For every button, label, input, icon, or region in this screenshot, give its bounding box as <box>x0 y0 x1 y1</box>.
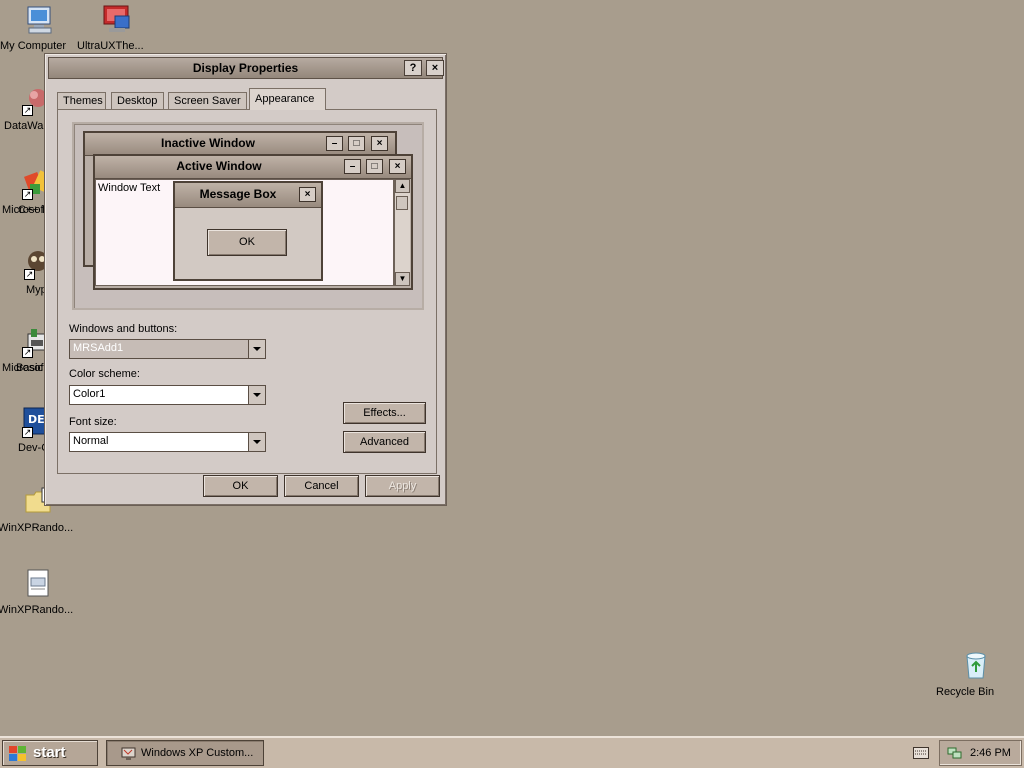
preview-ok-button: OK <box>207 229 287 256</box>
chevron-down-icon[interactable] <box>248 386 265 404</box>
scroll-up-icon: ▲ <box>395 179 410 193</box>
system-tray: 2:46 PM <box>939 740 1022 766</box>
close-icon: × <box>389 159 406 174</box>
taskbar-item-label: Windows XP Custom... <box>141 747 254 759</box>
ultraux-theme-icon <box>101 4 133 36</box>
display-properties-icon <box>121 746 137 765</box>
desktop-icon-label: WinXPRando... <box>0 604 74 616</box>
apply-button[interactable]: Apply <box>365 475 440 497</box>
shortcut-arrow-icon: ↗ <box>22 427 33 438</box>
desktop-icon-label: Recycle Bin <box>936 686 995 698</box>
tab-desktop[interactable]: Desktop <box>111 92 164 110</box>
active-window-title: Active Window – □ × <box>95 156 411 179</box>
font-size-label: Font size: <box>69 416 117 428</box>
keyboard-icon[interactable] <box>913 747 929 762</box>
scroll-thumb <box>396 196 408 210</box>
effects-button[interactable]: Effects... <box>343 402 426 424</box>
color-scheme-value: Color1 <box>73 388 106 400</box>
tab-themes[interactable]: Themes <box>57 92 106 110</box>
clock[interactable]: 2:46 PM <box>970 747 1011 759</box>
shortcut-arrow-icon: ↗ <box>22 105 33 116</box>
preview-message-box: Message Box × OK <box>173 181 323 281</box>
desktop-icon-datawa[interactable]: ↗ DataWa <box>4 84 47 132</box>
desktop-icon-label: UltraUXThe... <box>77 40 144 52</box>
active-window-title-text: Active Window <box>176 159 262 173</box>
dialog-titlebar[interactable]: Display Properties ? × <box>48 57 444 79</box>
svg-text:DE: DE <box>28 413 45 426</box>
shortcut-arrow-icon: ↗ <box>22 189 33 200</box>
windows-buttons-value: MRSAdd1 <box>73 342 124 354</box>
desktop-icon-label: DataWa <box>4 120 44 132</box>
inactive-window-title: Inactive Window – □ × <box>85 133 395 156</box>
display-properties-dialog: Display Properties ? × Themes Desktop Sc… <box>44 53 447 506</box>
taskbar: start Windows XP Custom... 2:46 PM <box>0 736 1024 768</box>
chevron-down-icon[interactable] <box>248 340 265 358</box>
windows-logo-icon <box>9 746 27 765</box>
close-icon: × <box>299 187 316 202</box>
inactive-window-title-text: Inactive Window <box>161 136 255 150</box>
advanced-button[interactable]: Advanced <box>343 431 426 453</box>
tab-screen-saver[interactable]: Screen Saver <box>168 92 247 110</box>
cancel-button[interactable]: Cancel <box>284 475 359 497</box>
tab-appearance[interactable]: Appearance <box>249 88 326 110</box>
desktop-icon-label: Basic <box>16 362 43 374</box>
desktop-icon-label: C++ I <box>18 204 45 216</box>
message-box-title-text: Message Box <box>199 187 277 201</box>
minimize-icon: – <box>344 159 361 174</box>
ok-button[interactable]: OK <box>203 475 278 497</box>
font-size-select[interactable]: Normal <box>69 432 266 452</box>
desktop-icon-recycle-bin[interactable]: Recycle Bin <box>936 650 1016 698</box>
window-text-sample: Window Text <box>98 182 161 194</box>
appearance-panel: Inactive Window – □ × Active Window – □ … <box>57 109 437 474</box>
document-icon <box>22 568 54 600</box>
preview-active-window: Active Window – □ × Window Text ▲ ▼ Mess… <box>93 154 413 290</box>
scroll-down-icon: ▼ <box>395 272 410 286</box>
minimize-icon: – <box>326 136 343 151</box>
network-icon[interactable] <box>946 745 962 764</box>
chevron-down-icon[interactable] <box>248 433 265 451</box>
maximize-icon: □ <box>366 159 383 174</box>
desktop-icon-winxprando-document[interactable]: WinXPRando... <box>0 568 78 616</box>
start-label: start <box>33 744 66 761</box>
desktop-icon-label: WinXPRando... <box>0 522 74 534</box>
desktop-icon-visual-cpp[interactable]: ↗ Microsof C++ I <box>2 168 52 216</box>
color-scheme-label: Color scheme: <box>69 368 140 380</box>
font-size-value: Normal <box>73 435 109 447</box>
desktop-icon-label: My Computer <box>0 40 67 52</box>
color-scheme-select[interactable]: Color1 <box>69 385 266 405</box>
message-box-title: Message Box × <box>175 183 321 208</box>
windows-buttons-label: Windows and buttons: <box>69 323 178 335</box>
appearance-preview: Inactive Window – □ × Active Window – □ … <box>72 122 424 310</box>
windows-buttons-select[interactable]: MRSAdd1 <box>69 339 266 359</box>
dialog-title: Display Properties <box>192 61 299 75</box>
close-icon: × <box>371 136 388 151</box>
start-button[interactable]: start <box>2 740 98 766</box>
desktop: My Computer UltraUXThe... ↗ DataWa ↗ Mic… <box>0 0 1024 736</box>
my-computer-icon <box>24 4 56 36</box>
shortcut-arrow-icon: ↗ <box>24 269 35 280</box>
recycle-bin-icon <box>960 650 992 682</box>
desktop-icon-visual-basic[interactable]: ↗ Microsof Basic <box>2 326 47 374</box>
close-button[interactable]: × <box>426 60 444 76</box>
shortcut-arrow-icon: ↗ <box>22 347 33 358</box>
taskbar-item-windows-xp-custom[interactable]: Windows XP Custom... <box>106 740 264 766</box>
desktop-icon-my-computer[interactable]: My Computer <box>0 4 80 52</box>
maximize-icon: □ <box>348 136 365 151</box>
desktop-icon-ultraux[interactable]: UltraUXThe... <box>77 4 157 52</box>
help-button[interactable]: ? <box>404 60 422 76</box>
preview-scrollbar: ▲ ▼ <box>394 179 410 286</box>
